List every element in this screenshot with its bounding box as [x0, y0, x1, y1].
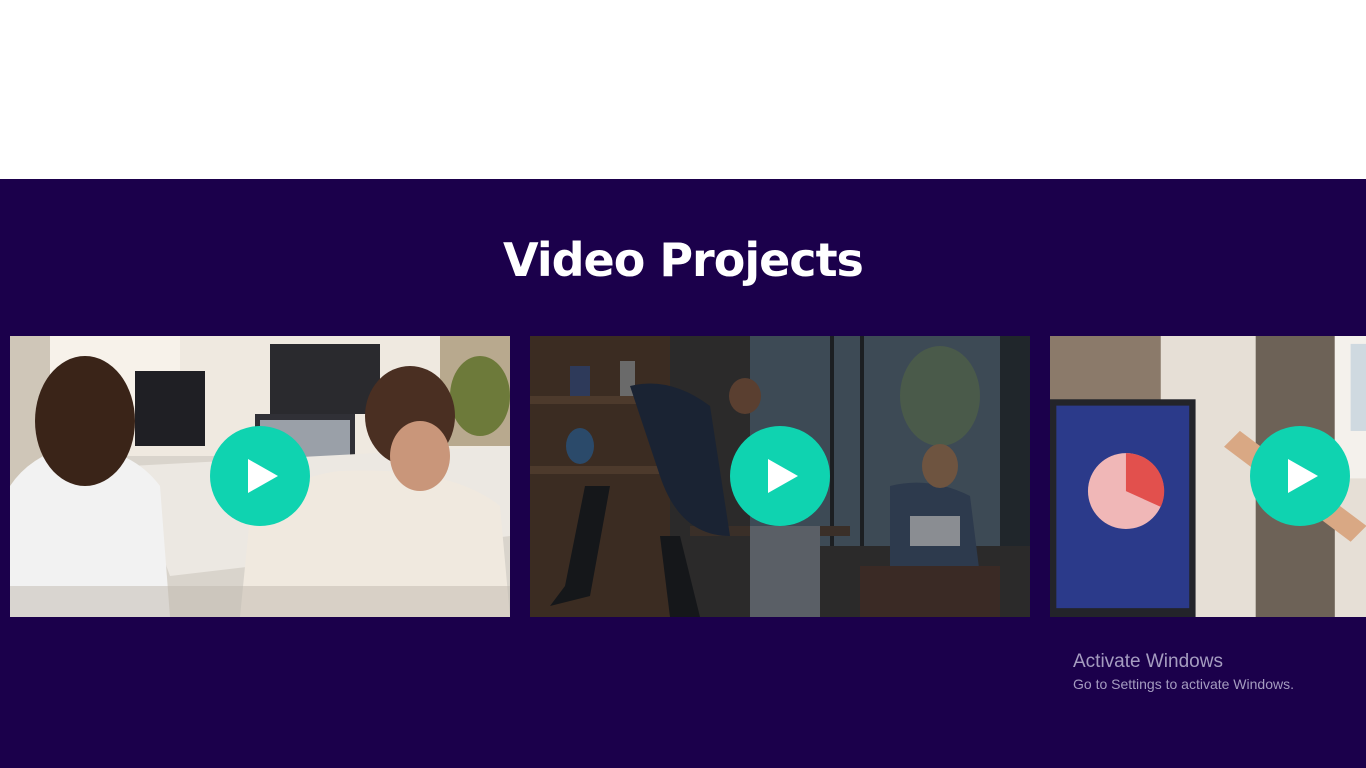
- play-icon: [730, 426, 830, 526]
- play-button-2[interactable]: [730, 426, 830, 526]
- header-blank-area: [0, 0, 1366, 179]
- section-title: Video Projects: [503, 233, 864, 287]
- play-icon: [1250, 426, 1350, 526]
- activate-windows-watermark: Activate Windows Go to Settings to activ…: [1073, 651, 1294, 695]
- video-card-3[interactable]: [1050, 336, 1366, 617]
- video-projects-section: Video Projects Activate Windows Go to Se…: [0, 179, 1366, 768]
- video-card-1[interactable]: [10, 336, 510, 617]
- play-icon: [210, 426, 310, 526]
- play-button-3[interactable]: [1250, 426, 1350, 526]
- activate-windows-subtitle: Go to Settings to activate Windows.: [1073, 676, 1294, 692]
- play-button-1[interactable]: [210, 426, 310, 526]
- activate-windows-title: Activate Windows: [1073, 651, 1223, 672]
- video-card-2[interactable]: [530, 336, 1030, 617]
- page: Video Projects Activate Windows Go to Se…: [0, 0, 1366, 768]
